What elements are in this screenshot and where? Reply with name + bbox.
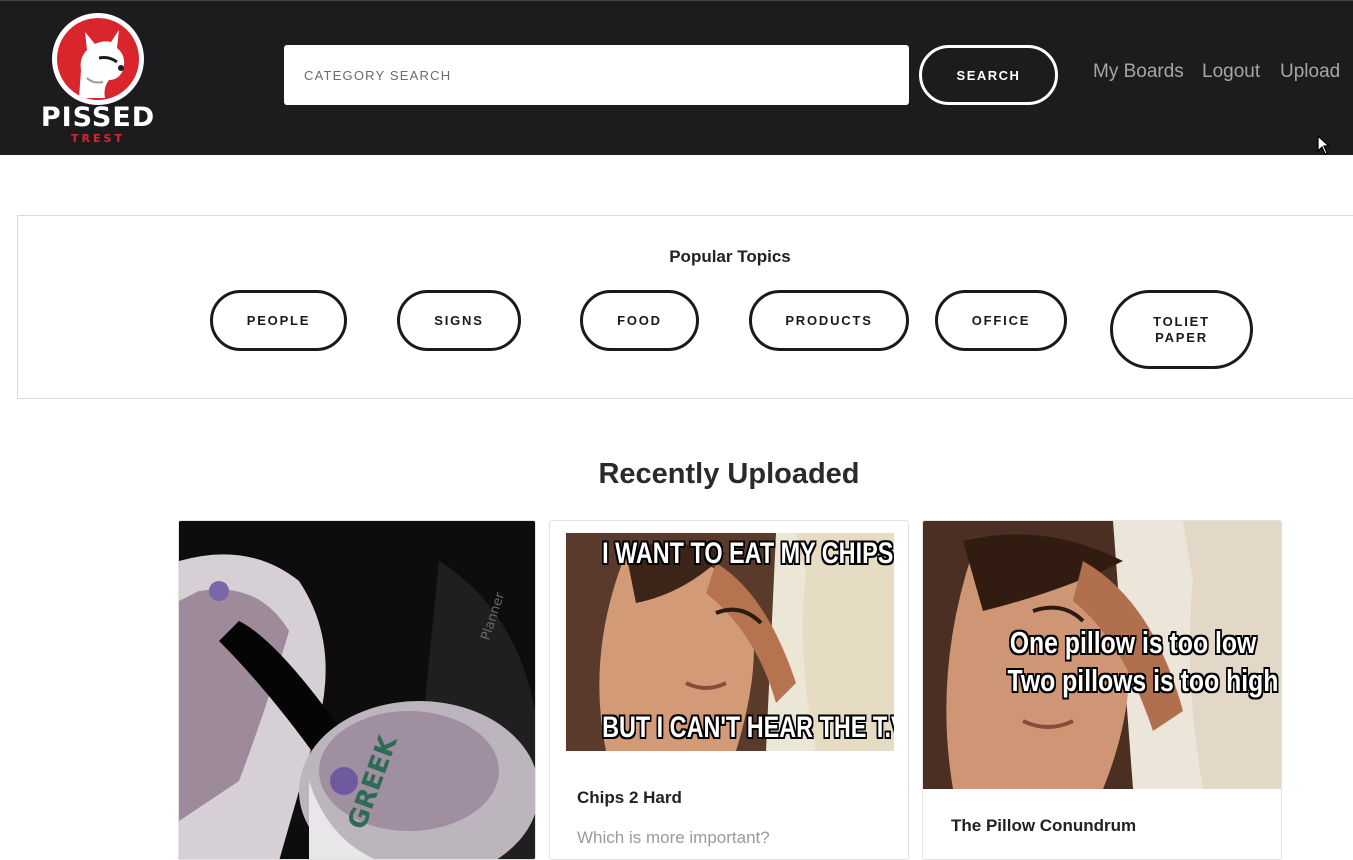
top-header: PISSED TREST SEARCH My Boards Logout Upl… — [0, 0, 1353, 155]
topic-products-button[interactable]: PRODUCTS — [749, 290, 909, 351]
upload-card[interactable]: Planner GREEK — [178, 520, 536, 860]
logo-subtext: TREST — [71, 132, 125, 145]
popular-topics-panel: Popular Topics PEOPLE SIGNS FOOD PRODUCT… — [17, 215, 1353, 399]
upload-image: Planner GREEK — [179, 521, 535, 859]
meme-top-text: I WANT TO EAT MY CHIPS — [602, 537, 894, 570]
topic-people-button[interactable]: PEOPLE — [210, 290, 347, 351]
logo-wordmark: PISSED — [40, 102, 156, 133]
upload-card-chips-2-hard[interactable]: I WANT TO EAT MY CHIPS BUT I CAN'T HEAR … — [549, 520, 909, 860]
category-search-input[interactable] — [284, 45, 909, 105]
topic-office-button[interactable]: OFFICE — [935, 290, 1067, 351]
logo-badge — [52, 13, 144, 105]
dog-icon — [57, 18, 139, 100]
nav-upload[interactable]: Upload — [1280, 61, 1340, 83]
recently-uploaded-heading: Recently Uploaded — [598, 458, 860, 490]
mouse-cursor-icon — [1317, 135, 1331, 155]
nav-logout[interactable]: Logout — [1202, 61, 1260, 83]
popular-topics-heading: Popular Topics — [669, 247, 791, 266]
card-description: Which is more important? — [577, 828, 770, 847]
search-button[interactable]: SEARCH — [919, 45, 1058, 105]
card-title: Chips 2 Hard — [577, 788, 682, 807]
meme-image: One pillow is too low Two pillows is too… — [923, 521, 1281, 789]
upload-card-pillow-conundrum[interactable]: One pillow is too low Two pillows is too… — [922, 520, 1282, 860]
nav-my-boards[interactable]: My Boards — [1093, 61, 1184, 83]
topic-signs-button[interactable]: SIGNS — [397, 290, 521, 351]
site-logo[interactable]: PISSED TREST — [36, 13, 160, 147]
card-title: The Pillow Conundrum — [951, 816, 1137, 835]
meme-image: I WANT TO EAT MY CHIPS BUT I CAN'T HEAR … — [566, 533, 894, 751]
meme-bottom-text: BUT I CAN'T HEAR THE T.V. — [602, 711, 894, 744]
topic-food-button[interactable]: FOOD — [580, 290, 699, 351]
meme-line-1: One pillow is too low — [1009, 625, 1257, 660]
meme-line-2: Two pillows is too high — [1007, 663, 1279, 698]
topic-toliet-paper-button[interactable]: TOLIET PAPER — [1110, 290, 1253, 369]
